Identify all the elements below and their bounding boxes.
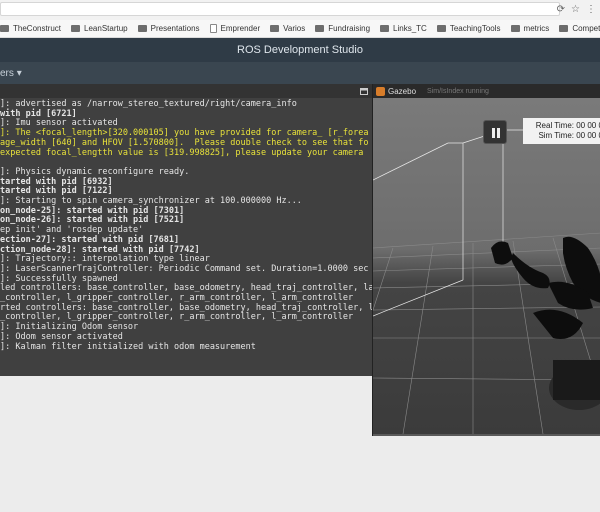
page-title: ROS Development Studio (237, 44, 363, 56)
folder-icon (137, 25, 147, 32)
app-toolbar: ers ▾ (0, 62, 600, 84)
folder-icon (71, 25, 81, 32)
tools-menu[interactable]: ers ▾ (0, 68, 22, 79)
bookmark-item[interactable]: Varios (270, 24, 305, 33)
sim-time-value: 00 00 0 (576, 131, 600, 140)
maximize-icon[interactable] (360, 87, 368, 95)
bookmark-item[interactable]: TheConstruct (0, 24, 61, 33)
chevron-down-icon: ▾ (16, 67, 22, 79)
pause-button[interactable] (483, 120, 507, 144)
url-bar[interactable] (0, 2, 560, 16)
folder-icon (315, 25, 325, 32)
bookmarks-bar: TheConstruct LeanStartup Presentations Empr… (0, 20, 600, 38)
star-icon[interactable]: ☆ (571, 4, 580, 15)
shell-line: ]: Kalman filter initialized with odom m… (0, 341, 256, 352)
folder-icon (510, 25, 520, 32)
grid-floor (373, 129, 600, 434)
gazebo-title: Gazebo (388, 86, 417, 96)
menu-icon[interactable]: ⋮ (586, 4, 596, 15)
gazebo-titlebar: Gazebo Sim/IsIndex running (373, 84, 600, 98)
folder-icon (380, 25, 390, 32)
time-panel: Real Time: 00 00 0 Sim Time: 00 00 0 (523, 118, 600, 144)
folder-icon (0, 25, 9, 32)
bookmark-label: Emprender (220, 24, 261, 33)
bookmark-label: TheConstruct (13, 24, 62, 33)
gazebo-subtitle: Sim/IsIndex running (427, 87, 489, 95)
bookmark-item[interactable]: Competitors (559, 24, 600, 33)
bookmark-item[interactable]: Links_TC (380, 24, 427, 33)
bookmark-item[interactable]: Emprender (209, 24, 261, 33)
bookmark-item[interactable]: Presentations (137, 24, 200, 33)
bookmark-label: Links_TC (393, 24, 427, 33)
blank-area-right (372, 436, 600, 512)
gazebo-panel: Gazebo Sim/IsIndex running Real Time: 00… (372, 84, 600, 436)
robot-silhouette (491, 236, 600, 410)
shell-header (0, 84, 372, 98)
bookmark-label: metrics (523, 24, 550, 33)
bookmark-label: Competitors (572, 24, 600, 33)
bookmark-label: Varios (283, 24, 306, 33)
bookmark-label: LeanStartup (84, 24, 128, 33)
real-time-label: Real Time: (535, 121, 574, 130)
shell-line: expected focal_lengtth value is [319.998… (0, 147, 364, 158)
folder-icon (436, 25, 446, 32)
shell-output: ]: advertised as /narrow_stereo_textured… (0, 98, 374, 352)
tools-menu-label: ers (0, 67, 14, 79)
browser-controls: ⟳ ☆ ⋮ (557, 4, 596, 15)
bookmark-item[interactable]: TeachingTools (436, 24, 501, 33)
bookmark-label: Presentations (150, 24, 200, 33)
real-time-value: 00 00 0 (576, 121, 600, 130)
bookmark-item[interactable]: Fundraising (315, 24, 370, 33)
gazebo-viewport[interactable]: Real Time: 00 00 0 Sim Time: 00 00 0 (373, 98, 600, 434)
folder-icon (270, 25, 280, 32)
blank-area (0, 376, 372, 512)
bookmark-item[interactable]: LeanStartup (71, 24, 128, 33)
bookmark-label: TeachingTools (449, 24, 501, 33)
gazebo-logo-icon (376, 86, 385, 96)
page-icon (209, 24, 217, 33)
bookmark-item[interactable]: metrics (510, 24, 550, 33)
app-header: ROS Development Studio (0, 38, 600, 62)
bookmark-label: Fundraising (328, 24, 371, 33)
browser-top-bar: ⟳ ☆ ⋮ (0, 0, 600, 20)
folder-icon (559, 25, 569, 32)
shell-panel[interactable]: ]: advertised as /narrow_stereo_textured… (0, 84, 374, 376)
refresh-icon[interactable]: ⟳ (557, 4, 565, 15)
sim-time-label: Sim Time: (538, 131, 574, 140)
